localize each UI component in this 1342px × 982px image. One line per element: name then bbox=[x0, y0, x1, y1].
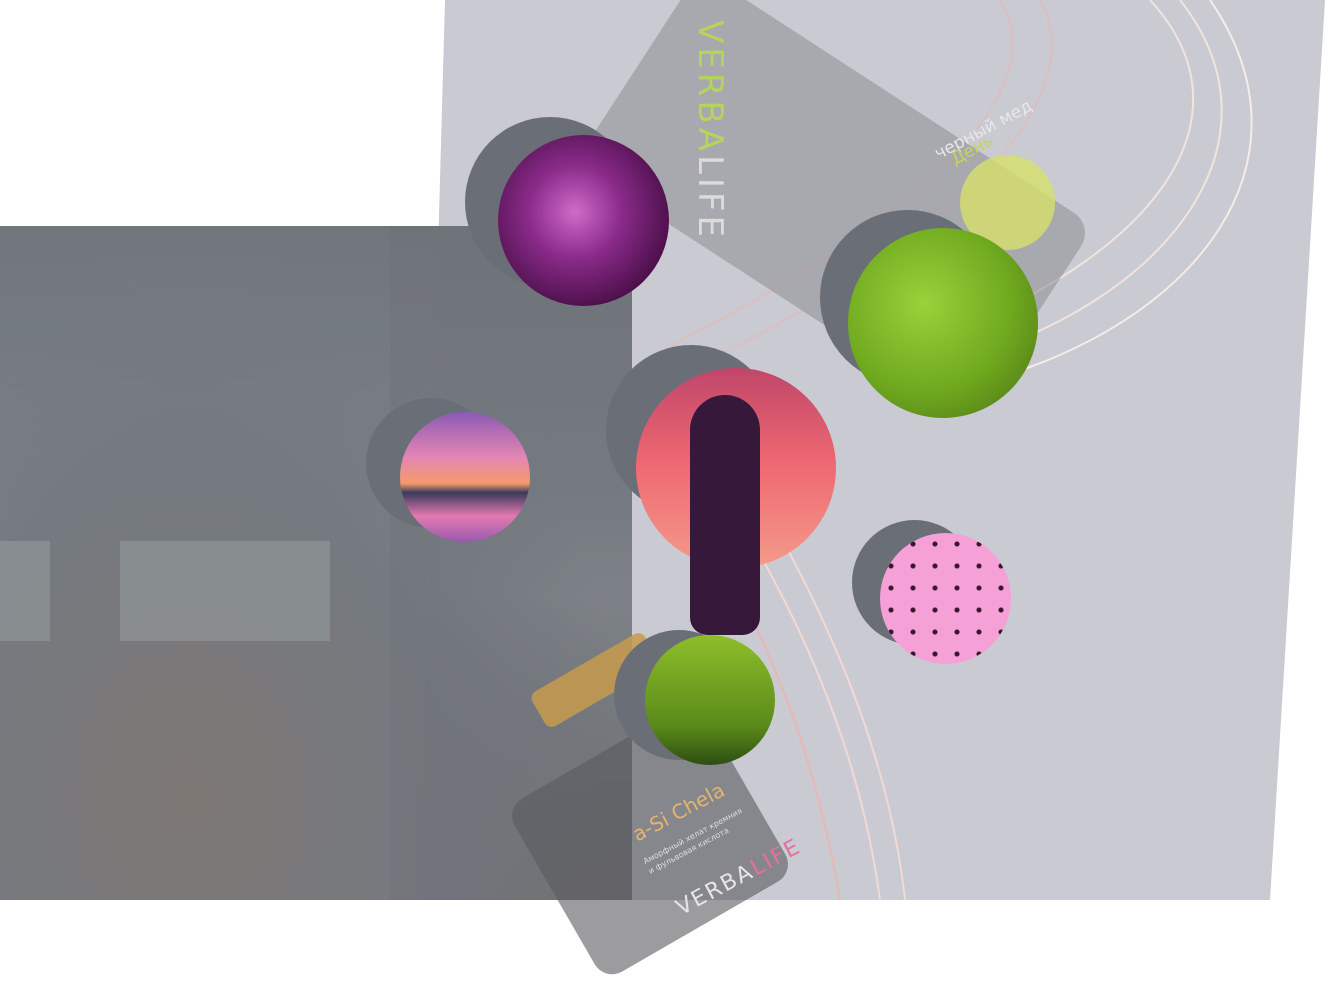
pouch-brand-logo: VERBALIFE bbox=[690, 20, 730, 241]
sunset-lake-photo bbox=[400, 412, 530, 542]
willow-tree-photo bbox=[645, 635, 775, 765]
pink-cells-photo bbox=[880, 533, 1011, 664]
woman-silhouette bbox=[690, 395, 760, 635]
milky-way-photo bbox=[498, 135, 669, 306]
green-microscope-photo bbox=[848, 228, 1038, 418]
